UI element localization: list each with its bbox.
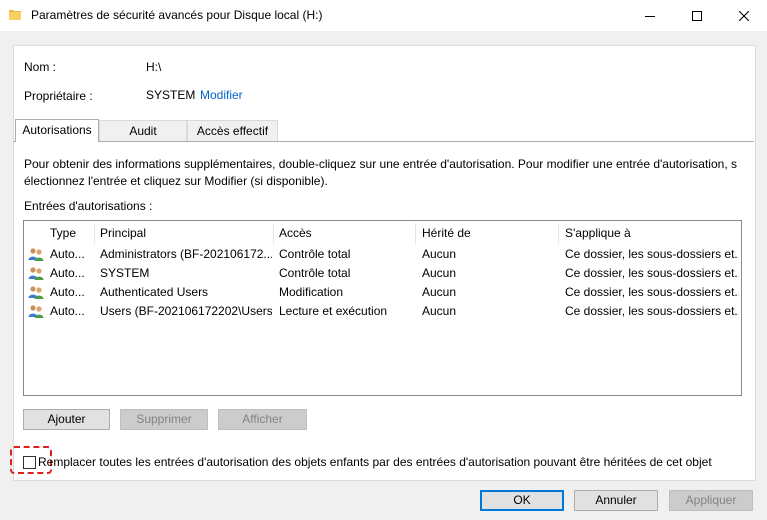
minimize-icon <box>645 15 655 17</box>
table-row[interactable]: Auto... Administrators (BF-202106172... … <box>25 245 740 264</box>
close-icon <box>739 10 749 21</box>
tab-effective-access[interactable]: Accès effectif <box>187 120 278 141</box>
table-row[interactable]: Auto... Authenticated Users Modification… <box>25 283 740 302</box>
description-line-2: électionnez l'entrée et cliquez sur Modi… <box>24 174 328 188</box>
cell-principal: SYSTEM <box>100 266 150 280</box>
owner-label: Propriétaire : <box>24 89 93 103</box>
cell-type: Auto... <box>50 247 85 261</box>
title-bar: Paramètres de sécurité avancés pour Disq… <box>0 0 767 31</box>
maximize-button[interactable] <box>674 0 720 31</box>
column-separator[interactable] <box>273 223 274 244</box>
tab-panel-border <box>13 141 754 142</box>
cell-type: Auto... <box>50 266 85 280</box>
cell-applies-to: Ce dossier, les sous-dossiers et... <box>565 266 739 280</box>
table-row[interactable]: Auto... Users (BF-202106172202\Users) Le… <box>25 302 740 321</box>
minimize-button[interactable] <box>627 0 673 31</box>
cell-access: Contrôle total <box>279 247 351 261</box>
cell-inherited-from: Aucun <box>422 247 457 261</box>
cell-type: Auto... <box>50 285 85 299</box>
cell-access: Contrôle total <box>279 266 351 280</box>
cell-principal: Administrators (BF-202106172... <box>100 247 272 261</box>
column-header-principal[interactable]: Principal <box>100 223 146 244</box>
column-header-type[interactable]: Type <box>50 223 76 244</box>
users-group-icon <box>28 267 44 280</box>
cell-principal: Authenticated Users <box>100 285 209 299</box>
cell-principal: Users (BF-202106172202\Users) <box>100 304 272 318</box>
remove-button[interactable]: Supprimer <box>120 409 208 430</box>
owner-value: SYSTEM <box>146 88 196 102</box>
cell-applies-to: Ce dossier, les sous-dossiers et... <box>565 247 739 261</box>
replace-child-entries-checkbox[interactable] <box>23 456 36 469</box>
cancel-button[interactable]: Annuler <box>574 490 658 511</box>
users-group-icon <box>28 286 44 299</box>
cell-access: Modification <box>279 285 344 299</box>
column-header-applies-to[interactable]: S'applique à <box>565 223 631 244</box>
users-group-icon <box>28 248 44 261</box>
add-button[interactable]: Ajouter <box>23 409 110 430</box>
cell-inherited-from: Aucun <box>422 304 457 318</box>
name-value: H:\ <box>146 60 162 74</box>
column-separator[interactable] <box>94 223 95 244</box>
cell-type: Auto... <box>50 304 85 318</box>
entries-label: Entrées d'autorisations : <box>24 199 153 213</box>
tab-permissions[interactable]: Autorisations <box>15 119 99 142</box>
users-group-icon <box>28 305 44 318</box>
column-separator[interactable] <box>415 223 416 244</box>
name-label: Nom : <box>24 60 57 74</box>
cell-applies-to: Ce dossier, les sous-dossiers et... <box>565 285 739 299</box>
close-button[interactable] <box>721 0 767 31</box>
view-button[interactable]: Afficher <box>218 409 307 430</box>
table-row[interactable]: Auto... SYSTEM Contrôle total Aucun Ce d… <box>25 264 740 283</box>
window-title: Paramètres de sécurité avancés pour Disq… <box>31 8 323 22</box>
cell-applies-to: Ce dossier, les sous-dossiers et... <box>565 304 739 318</box>
apply-button[interactable]: Appliquer <box>669 490 753 511</box>
column-separator[interactable] <box>558 223 559 244</box>
maximize-icon <box>692 10 702 21</box>
cell-inherited-from: Aucun <box>422 266 457 280</box>
folder-icon <box>9 10 21 20</box>
description-line-1: Pour obtenir des informations supplément… <box>24 157 737 171</box>
replace-child-entries-label[interactable]: Remplacer toutes les entrées d'autorisat… <box>38 455 712 469</box>
cell-access: Lecture et exécution <box>279 304 388 318</box>
change-owner-link[interactable]: Modifier <box>200 88 243 102</box>
ok-button[interactable]: OK <box>480 490 564 511</box>
permission-entries-list[interactable]: Type Principal Accès Hérité de S'appliqu… <box>23 220 742 396</box>
column-header-access[interactable]: Accès <box>279 223 312 244</box>
column-header-inherited-from[interactable]: Hérité de <box>422 223 471 244</box>
cell-inherited-from: Aucun <box>422 285 457 299</box>
tab-audit[interactable]: Audit <box>99 120 187 141</box>
